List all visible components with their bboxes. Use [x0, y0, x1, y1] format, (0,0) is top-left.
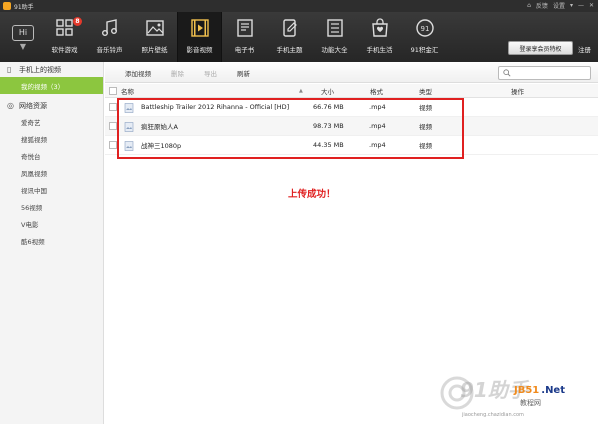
phone-theme-icon — [280, 18, 300, 38]
row-checkbox[interactable] — [109, 141, 117, 149]
settings-link[interactable]: 设置 — [553, 1, 565, 10]
column-name[interactable]: 名称 — [121, 86, 134, 96]
update-count-badge: 8 — [73, 17, 82, 26]
sidebar-section-phone-videos[interactable]: ▯ 手机上的视频 — [0, 62, 103, 77]
apps-grid-icon — [55, 18, 75, 38]
app-title: 91助手 — [14, 3, 34, 11]
member-login-button[interactable]: 登录享会员特权 — [508, 41, 573, 55]
home-button[interactable]: Hi ▼ — [4, 12, 42, 62]
tab-label: 手机主题 — [276, 46, 303, 54]
refresh-button[interactable]: 刷新 — [237, 68, 250, 78]
select-all-checkbox[interactable] — [109, 87, 117, 95]
music-note-icon — [100, 18, 120, 38]
watermark-url: jiaocheng.chazidian.com — [462, 412, 524, 418]
app-logo-icon — [3, 2, 11, 10]
tab-music-ringtones[interactable]: 音乐铃声 — [87, 12, 132, 62]
search-icon — [503, 69, 511, 77]
sidebar: ▯ 手机上的视频 我的视频（3） ◎ 网络资源 爱奇艺 搜狐视频 奇悦台 凤凰视… — [0, 62, 104, 424]
device-hi-icon: Hi — [12, 24, 34, 41]
sort-arrow-icon[interactable]: ▲ — [299, 88, 303, 94]
sidebar-item-iqiyi[interactable]: 爱奇艺 — [0, 113, 103, 130]
video-toolbar: 添加视频 删除 导出 刷新 — [105, 63, 598, 83]
tab-functions[interactable]: 功能大全 — [312, 12, 357, 62]
picture-icon — [145, 18, 165, 38]
table-header: 名称 ▲ 大小 格式 类型 操作 — [105, 84, 598, 98]
tab-software-games[interactable]: 8 软件游戏 — [42, 12, 87, 62]
column-format[interactable]: 格式 — [370, 86, 383, 96]
search-input[interactable] — [499, 67, 590, 79]
watermark-jb: JB51 — [514, 385, 540, 396]
title-bar: 91助手 ⌂ 反馈 设置 ▾ — ✕ — [0, 0, 598, 12]
tab-label: 照片壁纸 — [141, 46, 168, 54]
tab-label: 音乐铃声 — [96, 46, 123, 54]
chevron-down-icon: ▼ — [19, 41, 27, 51]
add-video-button[interactable]: 添加视频 — [125, 68, 151, 78]
shopping-bag-icon — [370, 18, 390, 38]
book-icon — [235, 18, 255, 38]
sidebar-item-qiyuetai[interactable]: 奇悦台 — [0, 147, 103, 164]
tab-videos[interactable]: 影音视频 — [177, 12, 222, 62]
tab-phone-themes[interactable]: 手机主题 — [267, 12, 312, 62]
sidebar-section-network[interactable]: ◎ 网络资源 — [0, 98, 103, 113]
watermark-jb51: JB51 .Net — [514, 385, 565, 396]
column-operation: 操作 — [511, 87, 524, 96]
tab-label: 手机生活 — [366, 46, 393, 54]
row-checkbox[interactable] — [109, 122, 117, 130]
watermark-net: .Net — [541, 385, 565, 396]
tab-phone-life[interactable]: 手机生活 — [357, 12, 402, 62]
sidebar-item-ifeng[interactable]: 凤凰视频 — [0, 164, 103, 181]
close-icon[interactable]: ✕ — [589, 2, 594, 9]
tab-91-points[interactable]: 91 91积金汇 — [402, 12, 447, 62]
sidebar-section-label: 网络资源 — [19, 101, 47, 110]
video-play-icon — [190, 18, 210, 38]
watermark-cn: 教程网 — [520, 398, 541, 408]
search-box[interactable] — [498, 66, 591, 80]
row-checkbox[interactable] — [109, 103, 117, 111]
column-size[interactable]: 大小 — [321, 86, 334, 96]
svg-text:91: 91 — [420, 25, 429, 33]
tab-label: 影音视频 — [186, 46, 213, 54]
title-bar-controls: ⌂ 反馈 设置 ▾ — ✕ — [527, 1, 594, 10]
sidebar-item-my-videos[interactable]: 我的视频（3） — [0, 77, 103, 94]
function-list-icon — [325, 18, 345, 38]
phone-icon: ▯ — [7, 64, 12, 74]
coin-icon: 91 — [415, 18, 435, 38]
home-icon[interactable]: ⌂ — [527, 2, 531, 9]
sidebar-item-ku6[interactable]: 酷6视频 — [0, 232, 103, 249]
tab-label: 软件游戏 — [51, 46, 78, 54]
sidebar-item-cnvideo[interactable]: 视讯中国 — [0, 181, 103, 198]
sidebar-item-vmovie[interactable]: V电影 — [0, 215, 103, 232]
tab-label: 91积金汇 — [410, 46, 439, 54]
tab-label: 电子书 — [234, 46, 255, 54]
sidebar-item-sohu[interactable]: 搜狐视频 — [0, 130, 103, 147]
highlight-box — [117, 98, 464, 159]
sidebar-item-56[interactable]: 56视频 — [0, 198, 103, 215]
menu-dropdown-icon[interactable]: ▾ — [570, 2, 573, 9]
minimize-icon[interactable]: — — [578, 2, 584, 9]
column-type[interactable]: 类型 — [419, 86, 432, 96]
main-toolbar: Hi ▼ 8 软件游戏 音乐铃声 照片壁纸 影音视频 电子书 手机主题 功能大全… — [0, 12, 598, 62]
register-link[interactable]: 注册 — [578, 44, 591, 54]
sidebar-section-label: 手机上的视频 — [19, 65, 61, 74]
globe-icon: ◎ — [7, 100, 14, 110]
feedback-link[interactable]: 反馈 — [536, 1, 548, 10]
tab-ebooks[interactable]: 电子书 — [222, 12, 267, 62]
tab-photos-wallpapers[interactable]: 照片壁纸 — [132, 12, 177, 62]
delete-button[interactable]: 删除 — [171, 68, 184, 78]
upload-success-message: 上传成功！ — [288, 189, 336, 200]
tab-label: 功能大全 — [321, 46, 348, 54]
export-button[interactable]: 导出 — [204, 68, 217, 78]
